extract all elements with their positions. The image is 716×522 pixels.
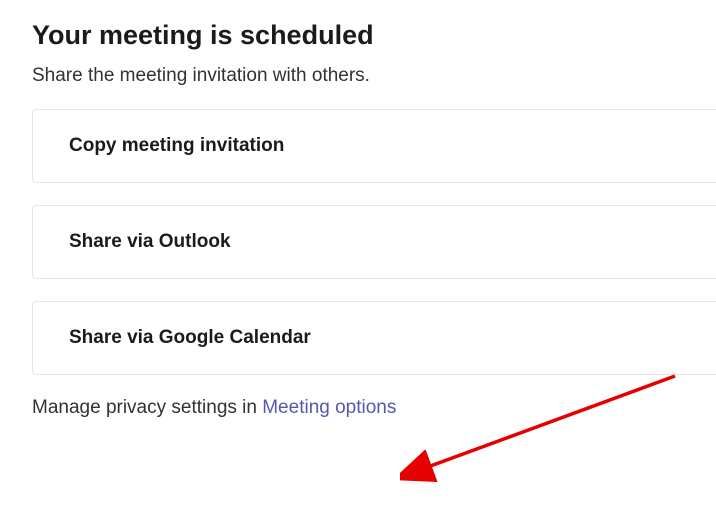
page-title: Your meeting is scheduled bbox=[32, 20, 716, 51]
copy-meeting-invitation-button[interactable]: Copy meeting invitation bbox=[32, 109, 716, 183]
footer-prefix: Manage privacy settings in bbox=[32, 397, 262, 418]
annotation-arrow-icon bbox=[400, 368, 690, 488]
share-via-google-calendar-button[interactable]: Share via Google Calendar bbox=[32, 301, 716, 375]
option-label: Share via Outlook bbox=[69, 231, 231, 252]
footer-text: Manage privacy settings in Meeting optio… bbox=[32, 397, 716, 419]
option-label: Copy meeting invitation bbox=[69, 135, 284, 156]
share-via-outlook-button[interactable]: Share via Outlook bbox=[32, 205, 716, 279]
meeting-options-link[interactable]: Meeting options bbox=[262, 397, 396, 418]
page-subtitle: Share the meeting invitation with others… bbox=[32, 65, 716, 87]
option-label: Share via Google Calendar bbox=[69, 327, 311, 348]
